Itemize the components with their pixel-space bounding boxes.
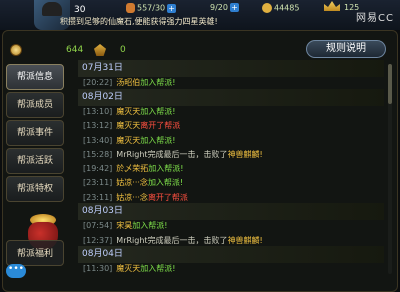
log-event-player[interactable]: 姑凉···念 bbox=[116, 178, 148, 187]
log-event-row: [11:30] 魔灭天加入帮派! bbox=[78, 260, 384, 277]
event-log: 07月31日 [20:22] 汤昭伯加入帮派! 08月02日 [13:10] 魔灭天加入帮… bbox=[78, 60, 384, 276]
log-event-time: [13:40] bbox=[83, 135, 113, 145]
log-event-time: [11:30] bbox=[83, 264, 113, 274]
log-event-time: [15:28] bbox=[83, 149, 113, 159]
resource-row: 644 0 bbox=[10, 44, 144, 60]
log-event-time: [07:54] bbox=[83, 221, 113, 231]
log-date-text: 08月02日 bbox=[82, 91, 123, 102]
log-event-time: [23:11] bbox=[83, 178, 113, 188]
fund-icon bbox=[94, 44, 106, 56]
log-event-action: 离开了帮派 bbox=[140, 121, 181, 131]
fund-value: 0 bbox=[120, 45, 126, 55]
energy-value: 9/20 bbox=[210, 3, 228, 12]
log-event-player[interactable]: 魔灭天 bbox=[116, 107, 140, 116]
sidebar-item-privileges[interactable]: 帮派特权 bbox=[6, 176, 64, 202]
energy-stat: 9/20 + bbox=[210, 3, 239, 12]
contribution-icon bbox=[10, 44, 22, 56]
contribution-value: 644 bbox=[66, 45, 84, 55]
gold-stat: 44485 bbox=[262, 3, 299, 13]
log-event-player[interactable]: 姑凉···念 bbox=[116, 193, 148, 202]
gold-coin-icon bbox=[262, 3, 272, 13]
chat-bubble-button[interactable]: ••• bbox=[6, 264, 26, 278]
log-event-time: [23:11] bbox=[83, 192, 113, 202]
sidebar-item-events[interactable]: 帮派事件 bbox=[6, 120, 64, 146]
log-event-action: 离开了帮派 bbox=[147, 192, 188, 202]
log-event-action: 加入帮派! bbox=[140, 135, 176, 145]
log-event-action: 完成最后一击，击败了 bbox=[147, 149, 228, 159]
log-event-player[interactable]: 魔灭天 bbox=[116, 264, 140, 273]
log-event-player[interactable]: MrRight bbox=[116, 236, 147, 245]
stamina-icon bbox=[126, 3, 135, 13]
top-status-bar: 30 557/30 + 9/20 + 44485 125 积攒到足够的仙魔石,便能获… bbox=[0, 0, 400, 30]
log-scrollbar[interactable] bbox=[388, 64, 392, 274]
log-event-action: 加入帮派! bbox=[132, 221, 168, 231]
ingot-icon bbox=[324, 1, 340, 11]
stamina-value: 557/30 bbox=[137, 3, 166, 13]
stamina-add-button[interactable]: + bbox=[167, 3, 177, 13]
log-event-player[interactable]: 魔灭天 bbox=[116, 136, 140, 145]
log-date-text: 08月03日 bbox=[82, 206, 123, 216]
marquee-notice: 积攒到足够的仙魔石,便能获得强力四星英雄! bbox=[60, 17, 218, 26]
log-event-action: 加入帮派! bbox=[140, 78, 176, 88]
avatar-hair bbox=[42, 2, 62, 16]
log-event-time: [12:37] bbox=[83, 235, 113, 245]
log-date-text: 07月31日 bbox=[82, 63, 123, 73]
sidebar-item-members[interactable]: 帮派成员 bbox=[6, 92, 64, 118]
stamina-stat: 557/30 + bbox=[126, 3, 177, 13]
log-event-player[interactable]: 汤昭伯 bbox=[116, 78, 140, 87]
sidebar-item-welfare[interactable]: 帮派福利 bbox=[6, 240, 64, 266]
energy-add-button[interactable]: + bbox=[229, 3, 239, 12]
log-date-text: 08月04日 bbox=[82, 248, 123, 259]
log-event-time: [13:10] bbox=[83, 106, 113, 116]
log-event-player[interactable]: 於乄荣拓 bbox=[116, 164, 148, 173]
log-event-player[interactable]: 魔灭天 bbox=[116, 121, 140, 130]
rules-button[interactable]: 规则说明 bbox=[306, 40, 386, 58]
log-event-beast: 神兽麒麟! bbox=[227, 235, 263, 245]
log-event-time: [20:22] bbox=[83, 78, 113, 88]
log-event-action: 加入帮派! bbox=[140, 106, 176, 116]
sidebar-item-activity[interactable]: 帮派活跃 bbox=[6, 148, 64, 174]
log-event-action: 加入帮派! bbox=[140, 264, 176, 274]
log-event-time: [19:42] bbox=[83, 164, 113, 174]
log-event-player[interactable]: 宋昊 bbox=[116, 221, 132, 230]
player-level: 30 bbox=[74, 5, 86, 15]
scroll-thumb[interactable] bbox=[388, 64, 392, 104]
log-event-action: 加入帮派! bbox=[147, 178, 184, 188]
gold-value: 44485 bbox=[274, 3, 300, 13]
log-event-action: 完成最后一击，击败了 bbox=[147, 235, 228, 245]
log-event-time: [13:12] bbox=[83, 121, 113, 131]
log-event-beast: 神兽麒麟! bbox=[227, 149, 263, 159]
log-event-player[interactable]: MrRight bbox=[116, 150, 147, 159]
sidebar-item-info[interactable]: 帮派信息 bbox=[6, 64, 64, 90]
watermark-logo: 网易CC bbox=[356, 13, 394, 24]
log-event-action: 加入帮派! bbox=[148, 164, 184, 174]
